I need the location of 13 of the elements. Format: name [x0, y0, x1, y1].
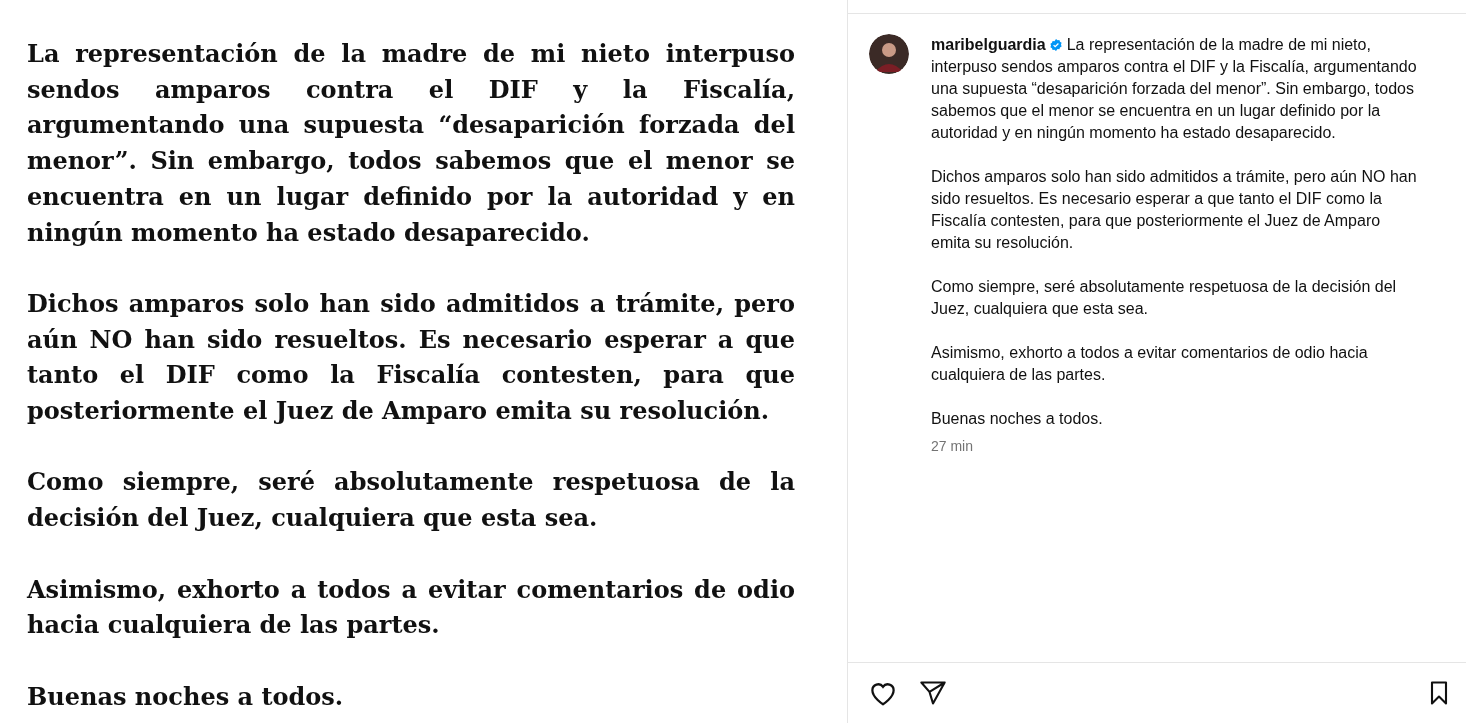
timestamp: 27 min: [931, 438, 975, 454]
paragraph: Asimismo, exhorto a todos a evitar comentarios de odio hacia cualquiera de las partes.: [27, 573, 795, 642]
paragraph: La representación de la madre de mi nieto interpuso sendos amparos contra el DIF y la Fiscalía, argumentando una supuesta “desaparición forzada del menor”. Sin embargo, todos sabemos que el menor se encuentra en un lugar definido por la autoridad y en ningún momento ha estado desaparecido.: [27, 38, 795, 249]
caption-text: Buenas noches a todos.: [931, 409, 1104, 429]
username-link[interactable]: maribelguardia: [931, 36, 1046, 53]
caption-text: Como siempre, seré absolutamente respetuosa de la decisión del Juez, cualquiera que esta sea.: [931, 277, 1398, 319]
avatar[interactable]: [869, 34, 909, 74]
caption-text: Dichos amparos solo han sido admitidos a trámite, pero aún NO han sido resueltos. Es necesario esperar a que tanto el DIF como la Fiscalía contesten, para que posteriormente el Juez de Amparo emita su resolución.: [931, 167, 1418, 253]
paragraph: Buenas noches a todos.: [27, 680, 345, 713]
caption-text: Asimismo, exhorto a todos a evitar comentarios de odio hacia cualquiera de las partes.: [931, 343, 1369, 385]
paragraph: Dichos amparos solo han sido admitidos a trámite, pero aún NO han sido resueltos. Es necesario esperar a que tanto el DIF como la Fiscalía contesten, para que posteriormente el Juez de Amparo emita su resolución.: [27, 287, 795, 427]
paragraph: Como siempre, seré absolutamente respetuosa de la decisión del Juez, cualquiera que esta sea.: [27, 466, 795, 535]
caption-text: maribelguardia La representación de la madre de mi nieto, interpuso sendos amparos contra el DIF y la Fiscalía, argumentando una supuesta “desaparición forzada del menor”. Sin embargo, todos sabemos que el menor se encuentra en un lugar definido por la autoridad y en ningún momento ha estado desaparecido.: [931, 35, 1418, 143]
